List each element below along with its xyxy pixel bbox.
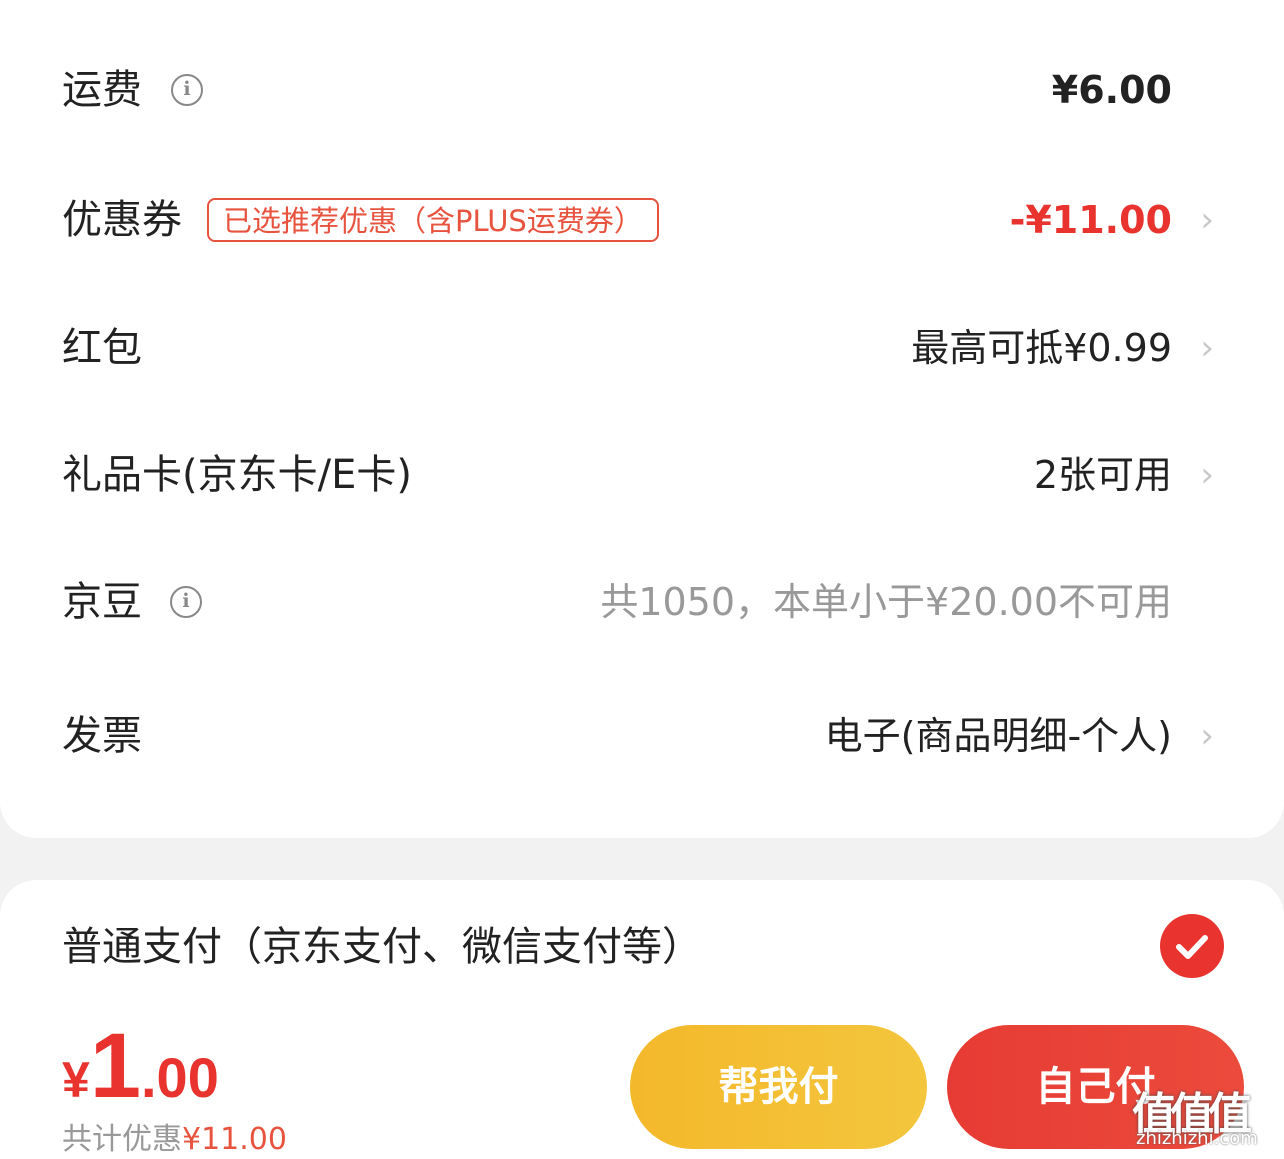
redpacket-label: 红包 <box>62 325 142 371</box>
freight-value: ¥6.00 <box>1051 68 1172 112</box>
total-integer: 1 <box>89 1015 141 1117</box>
giftcard-label: 礼品卡(京东卡/E卡) <box>62 452 412 498</box>
check-icon[interactable] <box>1160 914 1224 978</box>
row-jingdou: 京豆 i 共1050，本单小于¥20.00不可用 <box>0 562 1284 642</box>
invoice-value: 电子(商品明细-个人) <box>824 714 1172 758</box>
chevron-right-icon: › <box>1200 455 1214 495</box>
invoice-label: 发票 <box>62 713 142 759</box>
coupon-tag: 已选推荐优惠（含PLUS运费券） <box>207 198 659 242</box>
row-giftcard[interactable]: 礼品卡(京东卡/E卡) 2张可用 › <box>0 435 1284 515</box>
help-pay-button[interactable]: 帮我付 <box>630 1025 927 1149</box>
total-savings: 共计优惠¥11.00 <box>62 1114 287 1158</box>
chevron-right-icon: › <box>1200 716 1214 756</box>
order-summary-card: 运费 i ¥6.00 优惠券 已选推荐优惠（含PLUS运费券） -¥11.00 … <box>0 0 1284 838</box>
savings-prefix: 共计优惠 <box>62 1122 182 1157</box>
watermark: 值值值 zhizhizhi.com <box>1132 1078 1272 1150</box>
giftcard-value: 2张可用 <box>1033 453 1172 497</box>
jingdou-value: 共1050，本单小于¥20.00不可用 <box>600 580 1172 624</box>
jingdou-label: 京豆 <box>62 579 142 625</box>
freight-label: 运费 <box>62 67 142 113</box>
total-decimal: .00 <box>140 1046 219 1109</box>
payment-method-label[interactable]: 普通支付（京东支付、微信支付等） <box>62 907 702 987</box>
chevron-right-icon: › <box>1200 328 1214 368</box>
row-coupon[interactable]: 优惠券 已选推荐优惠（含PLUS运费券） -¥11.00 › <box>0 180 1284 260</box>
savings-amount: ¥11.00 <box>182 1122 287 1157</box>
chevron-right-icon: › <box>1200 200 1214 240</box>
coupon-value: -¥11.00 <box>1009 198 1172 242</box>
row-redpacket[interactable]: 红包 最高可抵¥0.99 › <box>0 308 1284 388</box>
coupon-label: 优惠券 <box>62 197 182 243</box>
redpacket-value: 最高可抵¥0.99 <box>911 326 1172 370</box>
watermark-url: zhizhizhi.com <box>1136 1128 1258 1149</box>
total-price: ¥1.00 <box>62 1014 219 1119</box>
row-invoice[interactable]: 发票 电子(商品明细-个人) › <box>0 696 1284 776</box>
total-currency: ¥ <box>62 1052 90 1108</box>
info-icon[interactable]: i <box>170 586 202 618</box>
info-icon[interactable]: i <box>171 74 203 106</box>
row-freight: 运费 i ¥6.00 <box>0 50 1284 130</box>
